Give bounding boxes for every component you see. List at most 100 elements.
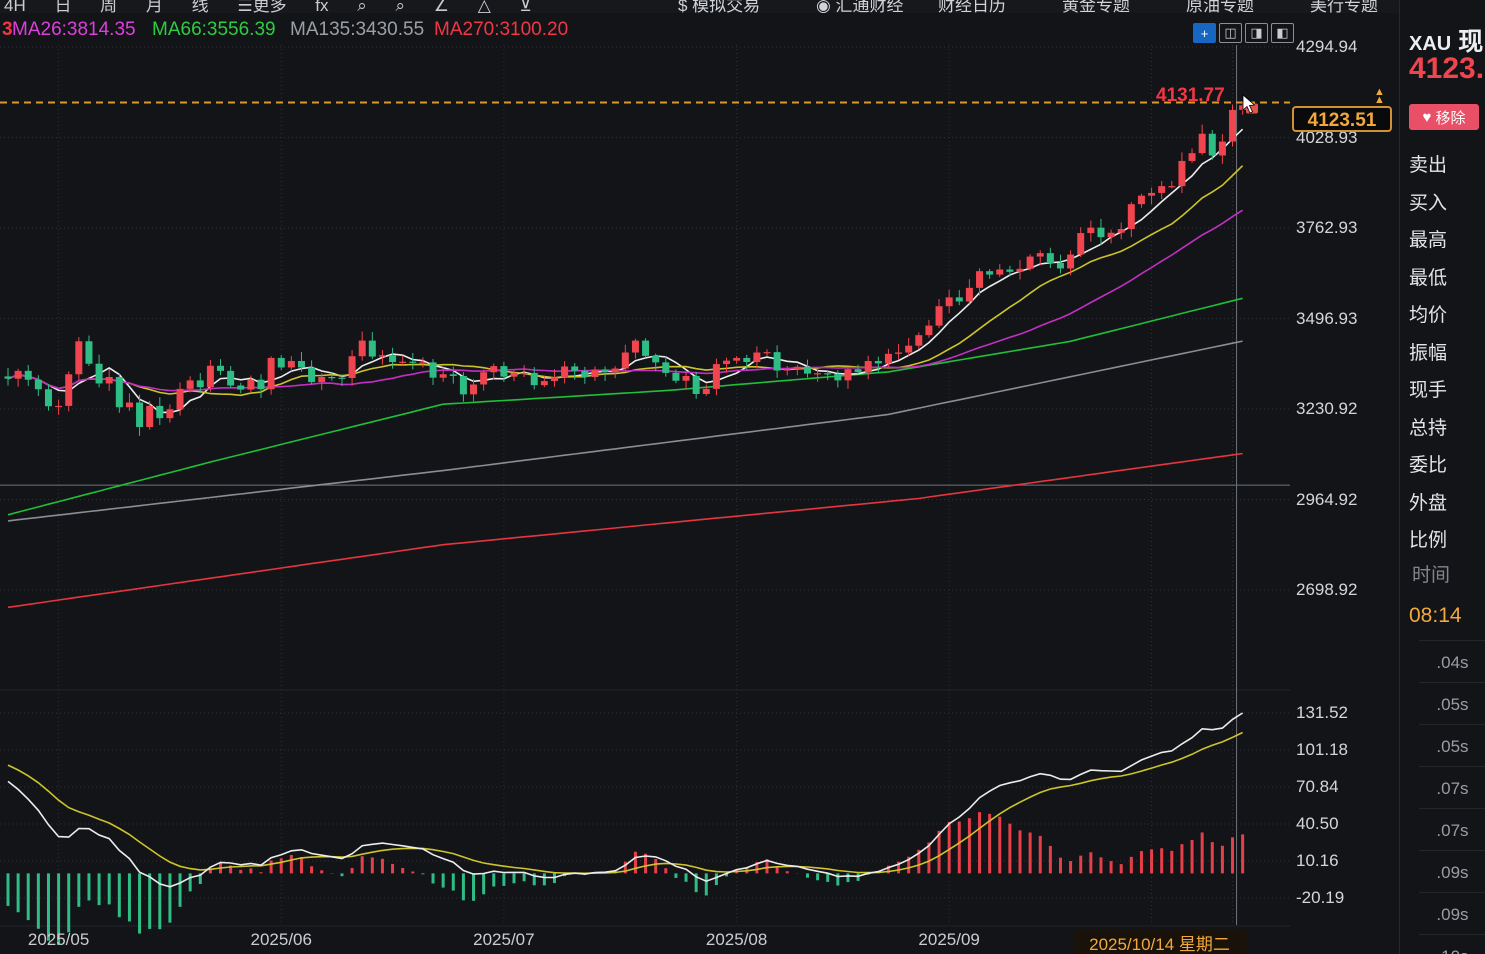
- candle-body: [1138, 196, 1145, 205]
- menu-item-gold-topic[interactable]: 黄金专题: [1062, 0, 1130, 13]
- candle-body: [602, 370, 609, 373]
- candle-body: [247, 380, 254, 390]
- menu-item-oil-topic[interactable]: 原油专题: [1186, 0, 1254, 13]
- quote-field-label: 卖出: [1409, 150, 1447, 177]
- candle-body: [1097, 228, 1104, 238]
- candle-body: [561, 366, 568, 377]
- candle-body: [581, 371, 588, 377]
- latency-row: .05s: [1419, 682, 1485, 724]
- candle-body: [662, 362, 669, 373]
- candle-body: [733, 358, 740, 361]
- ma66-legend: MA66:3556.39: [152, 19, 276, 41]
- candle-body: [824, 373, 831, 374]
- candle-body: [116, 377, 123, 407]
- quote-field-label: 买入: [1409, 188, 1447, 215]
- candle-body: [399, 362, 406, 363]
- candle-body: [1189, 153, 1196, 161]
- candle-body: [703, 389, 710, 394]
- candle-body: [976, 271, 983, 288]
- candle-body: [217, 366, 224, 371]
- latency-row: .07s: [1419, 808, 1485, 850]
- ma270-legend: MA270:3100.20: [434, 19, 568, 41]
- candle-body: [1158, 186, 1165, 193]
- candle-body: [470, 384, 477, 394]
- time-field-value: 08:14: [1409, 604, 1462, 628]
- candle-body: [258, 380, 265, 390]
- candle-body: [1006, 269, 1013, 271]
- candle-body: [591, 370, 598, 377]
- candle-body: [490, 366, 497, 372]
- session-high-label: 4131.77: [1156, 85, 1225, 107]
- price-tick-label: 3230.92: [1296, 399, 1357, 419]
- latency-row: .05s: [1419, 724, 1485, 766]
- candle-body: [389, 355, 396, 362]
- candle-body: [672, 373, 679, 381]
- candle-body: [1128, 204, 1135, 229]
- remove-favorite-button[interactable]: ♥ 移除: [1409, 104, 1479, 130]
- candle-body: [1178, 161, 1185, 186]
- menu-item-simulated-trading[interactable]: $ 模拟交易: [678, 0, 760, 13]
- candle-body: [177, 389, 184, 409]
- candle-body: [804, 367, 811, 374]
- candle-body: [227, 371, 234, 386]
- candle-body: [1229, 110, 1236, 142]
- candle-body: [723, 361, 730, 364]
- quote-field-label: 委比: [1409, 450, 1447, 477]
- quote-field-label: 外盘: [1409, 488, 1447, 515]
- candle-body: [65, 374, 72, 406]
- candle-body: [45, 389, 52, 406]
- candle-body: [875, 361, 882, 363]
- candle-body: [156, 406, 163, 418]
- price-tick-label: 2698.92: [1296, 580, 1357, 600]
- candle-body: [834, 374, 841, 380]
- candle-body: [612, 368, 619, 372]
- latency-row: .09s: [1419, 850, 1485, 892]
- macd-tick-label: 10.16: [1296, 851, 1339, 871]
- candle-body: [986, 271, 993, 274]
- candle-body: [237, 385, 244, 389]
- candle-body: [1057, 263, 1064, 268]
- candle-body: [359, 341, 366, 357]
- price-tick-label: 2964.92: [1296, 490, 1357, 510]
- scale-reset-button[interactable]: ◧: [1271, 23, 1294, 43]
- toolbar-icon-strip[interactable]: 4H 日 周 月 线 ☰更多 fx ⌕ ⌕ ∠ △ ⊻: [4, 0, 532, 13]
- candle-body: [925, 326, 932, 336]
- current-price-box[interactable]: 4123.51: [1292, 106, 1392, 132]
- heart-icon: ♥: [1423, 109, 1432, 126]
- quote-field-label: 振幅: [1409, 338, 1447, 365]
- candle-body: [784, 369, 791, 370]
- macd-tick-label: 131.52: [1296, 703, 1348, 723]
- candle-body: [328, 377, 335, 378]
- scale-right-button[interactable]: ◨: [1245, 23, 1268, 43]
- candle-body: [521, 373, 528, 374]
- chart-canvas[interactable]: [0, 45, 1290, 954]
- candle-body: [571, 366, 578, 370]
- menu-item-calendar[interactable]: 财经日历: [938, 0, 1006, 13]
- price-up-arrow-icon: ▲▲: [1374, 88, 1385, 104]
- top-toolbar[interactable]: 4H 日 周 月 线 ☰更多 fx ⌕ ⌕ ∠ △ ⊻ $ 模拟交易 ◉ 汇通财…: [0, 0, 1485, 13]
- candle-body: [106, 377, 113, 383]
- candle-body: [936, 306, 943, 325]
- pan-crosshair-button[interactable]: +: [1193, 23, 1216, 43]
- candle-body: [551, 377, 558, 381]
- candle-body: [865, 361, 872, 372]
- macd-tick-label: 70.84: [1296, 777, 1339, 797]
- menu-item-fed-topic[interactable]: 美行专题: [1310, 0, 1378, 13]
- latency-row: .10s: [1419, 934, 1485, 954]
- candle-body: [15, 371, 22, 379]
- candle-body: [288, 361, 295, 367]
- candle-body: [75, 341, 82, 374]
- candle-body: [531, 373, 538, 385]
- candle-body: [541, 381, 548, 385]
- scale-left-button[interactable]: ◫: [1219, 23, 1242, 43]
- candle-body: [966, 288, 973, 302]
- candle-body: [338, 378, 345, 379]
- candle-body: [743, 358, 750, 362]
- chart-controls: + ◫ ◨ ◧: [1193, 23, 1294, 43]
- month-tick-label: 2025/08: [695, 930, 779, 950]
- ma26-legend: MA26:3814.35: [12, 19, 136, 41]
- menu-item-fx678[interactable]: ◉ 汇通财经: [816, 0, 904, 13]
- candle-body: [1108, 233, 1115, 237]
- candle-body: [946, 297, 953, 306]
- candle-body: [1087, 228, 1094, 233]
